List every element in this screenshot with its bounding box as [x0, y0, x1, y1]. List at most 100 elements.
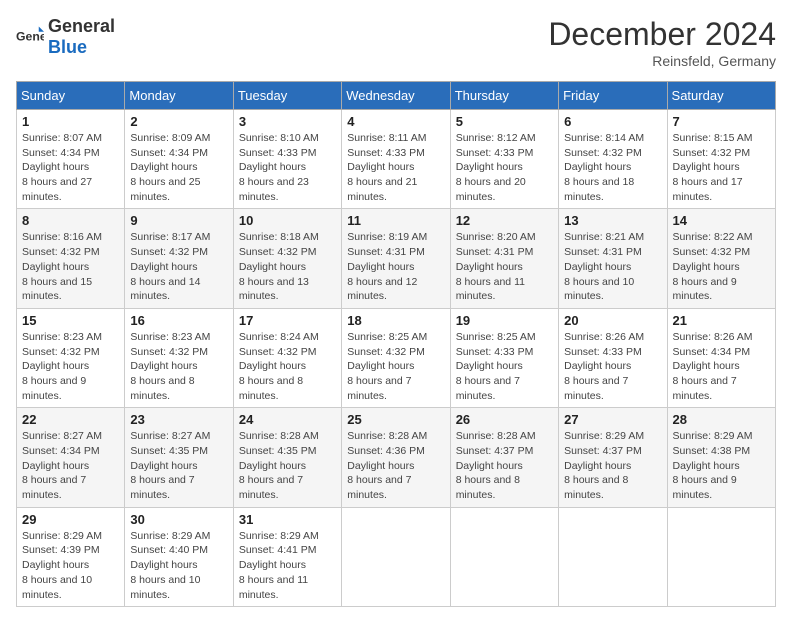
day-info: Sunrise: 8:11 AM Sunset: 4:33 PM Dayligh… — [347, 131, 444, 204]
day-info: Sunrise: 8:24 AM Sunset: 4:32 PM Dayligh… — [239, 330, 336, 403]
day-info: Sunrise: 8:12 AM Sunset: 4:33 PM Dayligh… — [456, 131, 553, 204]
day-info: Sunrise: 8:23 AM Sunset: 4:32 PM Dayligh… — [22, 330, 119, 403]
calendar-cell: 8 Sunrise: 8:16 AM Sunset: 4:32 PM Dayli… — [17, 209, 125, 308]
logo-icon: General — [16, 23, 44, 51]
calendar-table: SundayMondayTuesdayWednesdayThursdayFrid… — [16, 81, 776, 607]
calendar-week-2: 8 Sunrise: 8:16 AM Sunset: 4:32 PM Dayli… — [17, 209, 776, 308]
calendar-cell: 17 Sunrise: 8:24 AM Sunset: 4:32 PM Dayl… — [233, 308, 341, 407]
calendar-cell: 27 Sunrise: 8:29 AM Sunset: 4:37 PM Dayl… — [559, 408, 667, 507]
weekday-header-friday: Friday — [559, 82, 667, 110]
calendar-week-1: 1 Sunrise: 8:07 AM Sunset: 4:34 PM Dayli… — [17, 110, 776, 209]
day-number: 1 — [22, 114, 119, 129]
day-info: Sunrise: 8:25 AM Sunset: 4:33 PM Dayligh… — [456, 330, 553, 403]
calendar-cell: 16 Sunrise: 8:23 AM Sunset: 4:32 PM Dayl… — [125, 308, 233, 407]
day-number: 10 — [239, 213, 336, 228]
day-number: 22 — [22, 412, 119, 427]
calendar-cell: 14 Sunrise: 8:22 AM Sunset: 4:32 PM Dayl… — [667, 209, 775, 308]
day-info: Sunrise: 8:15 AM Sunset: 4:32 PM Dayligh… — [673, 131, 770, 204]
day-number: 8 — [22, 213, 119, 228]
day-info: Sunrise: 8:29 AM Sunset: 4:38 PM Dayligh… — [673, 429, 770, 502]
day-info: Sunrise: 8:29 AM Sunset: 4:40 PM Dayligh… — [130, 529, 227, 602]
day-info: Sunrise: 8:09 AM Sunset: 4:34 PM Dayligh… — [130, 131, 227, 204]
calendar-cell: 18 Sunrise: 8:25 AM Sunset: 4:32 PM Dayl… — [342, 308, 450, 407]
day-info: Sunrise: 8:29 AM Sunset: 4:39 PM Dayligh… — [22, 529, 119, 602]
day-info: Sunrise: 8:26 AM Sunset: 4:33 PM Dayligh… — [564, 330, 661, 403]
calendar-cell: 30 Sunrise: 8:29 AM Sunset: 4:40 PM Dayl… — [125, 507, 233, 606]
calendar-cell: 5 Sunrise: 8:12 AM Sunset: 4:33 PM Dayli… — [450, 110, 558, 209]
day-number: 13 — [564, 213, 661, 228]
day-number: 14 — [673, 213, 770, 228]
calendar-cell: 31 Sunrise: 8:29 AM Sunset: 4:41 PM Dayl… — [233, 507, 341, 606]
calendar-cell: 29 Sunrise: 8:29 AM Sunset: 4:39 PM Dayl… — [17, 507, 125, 606]
calendar-cell: 9 Sunrise: 8:17 AM Sunset: 4:32 PM Dayli… — [125, 209, 233, 308]
calendar-cell — [559, 507, 667, 606]
day-number: 31 — [239, 512, 336, 527]
day-number: 26 — [456, 412, 553, 427]
calendar-cell: 22 Sunrise: 8:27 AM Sunset: 4:34 PM Dayl… — [17, 408, 125, 507]
day-number: 7 — [673, 114, 770, 129]
calendar-cell — [342, 507, 450, 606]
page-header: General General Blue December 2024 Reins… — [16, 16, 776, 69]
day-number: 16 — [130, 313, 227, 328]
day-info: Sunrise: 8:14 AM Sunset: 4:32 PM Dayligh… — [564, 131, 661, 204]
day-number: 3 — [239, 114, 336, 129]
calendar-cell: 25 Sunrise: 8:28 AM Sunset: 4:36 PM Dayl… — [342, 408, 450, 507]
calendar-cell: 7 Sunrise: 8:15 AM Sunset: 4:32 PM Dayli… — [667, 110, 775, 209]
day-info: Sunrise: 8:23 AM Sunset: 4:32 PM Dayligh… — [130, 330, 227, 403]
calendar-cell: 13 Sunrise: 8:21 AM Sunset: 4:31 PM Dayl… — [559, 209, 667, 308]
weekday-header-row: SundayMondayTuesdayWednesdayThursdayFrid… — [17, 82, 776, 110]
calendar-cell: 12 Sunrise: 8:20 AM Sunset: 4:31 PM Dayl… — [450, 209, 558, 308]
calendar-week-3: 15 Sunrise: 8:23 AM Sunset: 4:32 PM Dayl… — [17, 308, 776, 407]
day-info: Sunrise: 8:29 AM Sunset: 4:37 PM Dayligh… — [564, 429, 661, 502]
day-number: 5 — [456, 114, 553, 129]
day-info: Sunrise: 8:19 AM Sunset: 4:31 PM Dayligh… — [347, 230, 444, 303]
calendar-week-4: 22 Sunrise: 8:27 AM Sunset: 4:34 PM Dayl… — [17, 408, 776, 507]
day-number: 30 — [130, 512, 227, 527]
day-info: Sunrise: 8:29 AM Sunset: 4:41 PM Dayligh… — [239, 529, 336, 602]
calendar-cell: 3 Sunrise: 8:10 AM Sunset: 4:33 PM Dayli… — [233, 110, 341, 209]
calendar-cell: 4 Sunrise: 8:11 AM Sunset: 4:33 PM Dayli… — [342, 110, 450, 209]
day-info: Sunrise: 8:07 AM Sunset: 4:34 PM Dayligh… — [22, 131, 119, 204]
day-info: Sunrise: 8:17 AM Sunset: 4:32 PM Dayligh… — [130, 230, 227, 303]
logo: General General Blue — [16, 16, 115, 58]
calendar-cell — [667, 507, 775, 606]
day-number: 2 — [130, 114, 227, 129]
weekday-header-saturday: Saturday — [667, 82, 775, 110]
day-info: Sunrise: 8:26 AM Sunset: 4:34 PM Dayligh… — [673, 330, 770, 403]
weekday-header-wednesday: Wednesday — [342, 82, 450, 110]
day-number: 24 — [239, 412, 336, 427]
calendar-cell — [450, 507, 558, 606]
calendar-cell: 6 Sunrise: 8:14 AM Sunset: 4:32 PM Dayli… — [559, 110, 667, 209]
day-number: 29 — [22, 512, 119, 527]
calendar-cell: 20 Sunrise: 8:26 AM Sunset: 4:33 PM Dayl… — [559, 308, 667, 407]
day-number: 4 — [347, 114, 444, 129]
day-info: Sunrise: 8:16 AM Sunset: 4:32 PM Dayligh… — [22, 230, 119, 303]
calendar-cell: 28 Sunrise: 8:29 AM Sunset: 4:38 PM Dayl… — [667, 408, 775, 507]
day-info: Sunrise: 8:20 AM Sunset: 4:31 PM Dayligh… — [456, 230, 553, 303]
weekday-header-monday: Monday — [125, 82, 233, 110]
day-number: 15 — [22, 313, 119, 328]
calendar-cell: 26 Sunrise: 8:28 AM Sunset: 4:37 PM Dayl… — [450, 408, 558, 507]
calendar-cell: 2 Sunrise: 8:09 AM Sunset: 4:34 PM Dayli… — [125, 110, 233, 209]
day-number: 9 — [130, 213, 227, 228]
month-title: December 2024 — [548, 16, 776, 53]
day-number: 6 — [564, 114, 661, 129]
logo-general-text: General — [48, 16, 115, 36]
calendar-cell: 1 Sunrise: 8:07 AM Sunset: 4:34 PM Dayli… — [17, 110, 125, 209]
weekday-header-thursday: Thursday — [450, 82, 558, 110]
weekday-header-sunday: Sunday — [17, 82, 125, 110]
day-number: 21 — [673, 313, 770, 328]
day-info: Sunrise: 8:25 AM Sunset: 4:32 PM Dayligh… — [347, 330, 444, 403]
day-info: Sunrise: 8:28 AM Sunset: 4:35 PM Dayligh… — [239, 429, 336, 502]
day-number: 28 — [673, 412, 770, 427]
calendar-cell: 11 Sunrise: 8:19 AM Sunset: 4:31 PM Dayl… — [342, 209, 450, 308]
day-number: 11 — [347, 213, 444, 228]
day-number: 19 — [456, 313, 553, 328]
day-number: 25 — [347, 412, 444, 427]
calendar-cell: 15 Sunrise: 8:23 AM Sunset: 4:32 PM Dayl… — [17, 308, 125, 407]
calendar-cell: 23 Sunrise: 8:27 AM Sunset: 4:35 PM Dayl… — [125, 408, 233, 507]
day-info: Sunrise: 8:28 AM Sunset: 4:37 PM Dayligh… — [456, 429, 553, 502]
location-subtitle: Reinsfeld, Germany — [548, 53, 776, 69]
calendar-cell: 19 Sunrise: 8:25 AM Sunset: 4:33 PM Dayl… — [450, 308, 558, 407]
day-info: Sunrise: 8:22 AM Sunset: 4:32 PM Dayligh… — [673, 230, 770, 303]
